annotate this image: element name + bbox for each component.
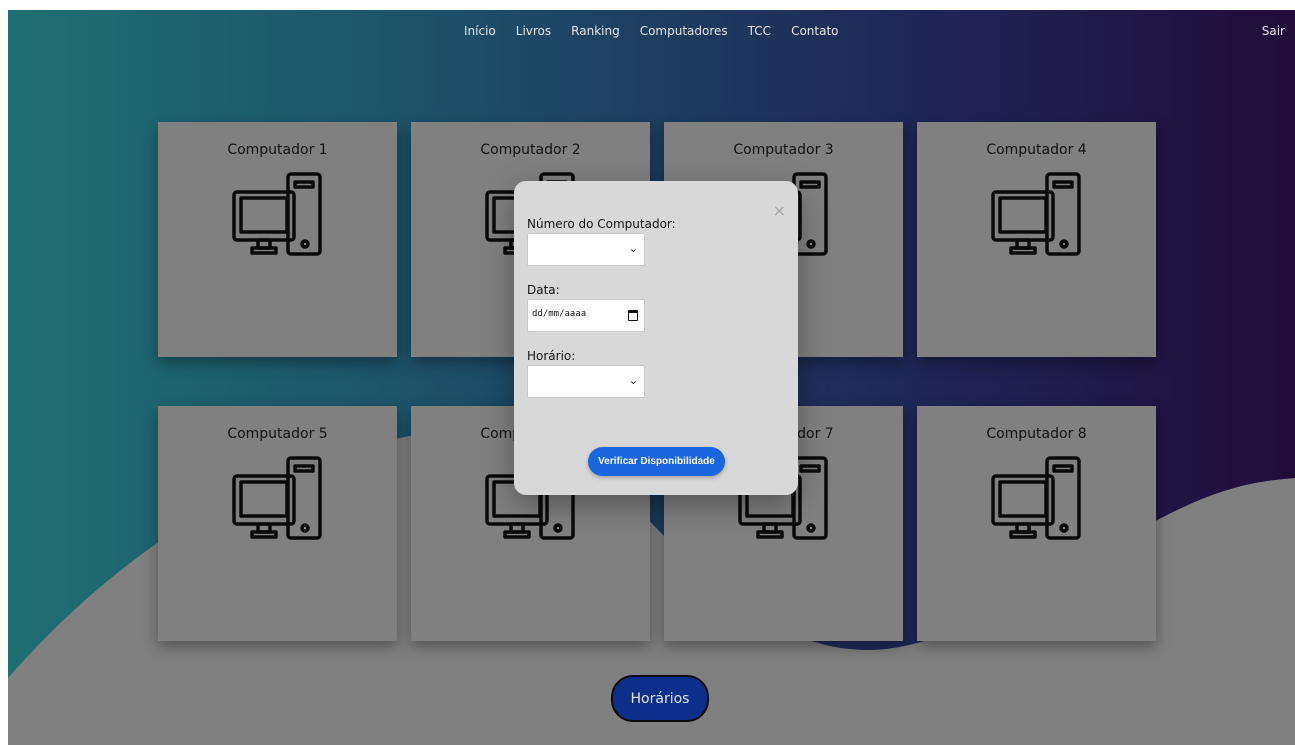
page-background: Início Livros Ranking Computadores TCC C… xyxy=(8,10,1295,745)
horarios-button[interactable]: Horários xyxy=(611,675,709,722)
nav-item-contato[interactable]: Contato xyxy=(791,24,838,38)
computer-card-8[interactable]: Computador 8 xyxy=(917,406,1156,641)
calendar-icon[interactable] xyxy=(628,310,638,321)
verify-availability-button[interactable]: Verificar Disponibilidade xyxy=(588,447,725,476)
time-label: Horário: xyxy=(527,349,576,363)
date-label: Data: xyxy=(527,283,560,297)
computer-card-title: Computador 2 xyxy=(480,142,581,158)
chevron-down-icon: ⌄ xyxy=(628,242,638,255)
computer-card-title: Computador 1 xyxy=(227,142,328,158)
computer-card-4[interactable]: Computador 4 xyxy=(917,122,1156,357)
logout-link[interactable]: Sair xyxy=(1262,24,1285,38)
desktop-computer-icon xyxy=(232,456,322,540)
computer-number-label: Número do Computador: xyxy=(527,217,676,231)
nav-item-computadores[interactable]: Computadores xyxy=(640,24,728,38)
computer-card-title: Computador 5 xyxy=(227,426,328,442)
nav-item-ranking[interactable]: Ranking xyxy=(571,24,620,38)
close-icon[interactable]: × xyxy=(773,201,786,220)
desktop-computer-icon xyxy=(991,172,1081,256)
computer-number-select[interactable]: ⌄ xyxy=(527,233,645,266)
desktop-computer-icon xyxy=(991,456,1081,540)
computer-card-title: Computador 3 xyxy=(733,142,834,158)
computer-card-5[interactable]: Computador 5 xyxy=(158,406,397,641)
time-select[interactable]: ⌄ xyxy=(527,365,645,398)
date-placeholder: dd/mm/aaaa xyxy=(532,309,587,319)
nav-item-livros[interactable]: Livros xyxy=(516,24,551,38)
desktop-computer-icon xyxy=(232,172,322,256)
top-navigation: Início Livros Ranking Computadores TCC C… xyxy=(8,24,1295,44)
computer-card-title: Computador 4 xyxy=(986,142,1087,158)
nav-item-tcc[interactable]: TCC xyxy=(748,24,771,38)
computer-card-title: Computador 8 xyxy=(986,426,1087,442)
computer-card-1[interactable]: Computador 1 xyxy=(158,122,397,357)
chevron-down-icon: ⌄ xyxy=(628,374,638,387)
date-input[interactable]: dd/mm/aaaa xyxy=(527,299,645,332)
reservation-modal: × Número do Computador: ⌄ Data: dd/mm/aa… xyxy=(514,181,798,495)
nav-item-inicio[interactable]: Início xyxy=(464,24,496,38)
